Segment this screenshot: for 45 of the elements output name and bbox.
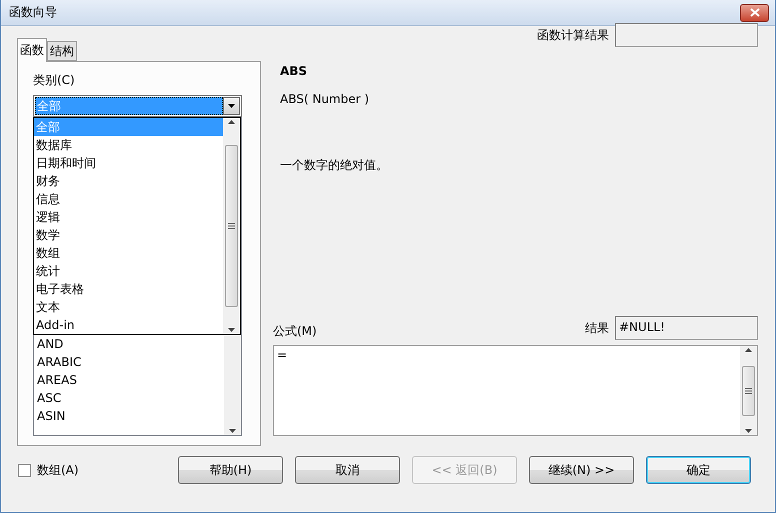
window-title: 函数向导 xyxy=(9,4,57,21)
scroll-up-arrow-icon[interactable] xyxy=(745,348,752,352)
scroll-down-arrow-icon[interactable] xyxy=(229,429,236,434)
function-item[interactable]: AND xyxy=(37,335,224,354)
result-field: #NULL! xyxy=(615,316,758,340)
scrollbar[interactable] xyxy=(223,118,240,334)
function-item[interactable]: ASC xyxy=(37,389,224,408)
tab[interactable]: 函数 xyxy=(17,38,47,62)
dropdown-option[interactable]: 统计 xyxy=(34,262,223,280)
result-label: 结果 xyxy=(585,320,609,336)
dropdown-option[interactable]: 逻辑 xyxy=(34,208,223,226)
function-description: 一个数字的绝对值。 xyxy=(280,157,389,174)
function-item[interactable]: ARABIC xyxy=(37,353,224,372)
dialog-button[interactable]: 取消 xyxy=(295,456,400,484)
array-checkbox[interactable] xyxy=(18,464,31,476)
scroll-grip-icon xyxy=(228,223,235,230)
close-button[interactable] xyxy=(740,4,769,22)
dialog-button[interactable]: 确定 xyxy=(646,456,751,484)
array-label: 数组(A) xyxy=(37,462,79,478)
dropdown-option[interactable]: 数据库 xyxy=(34,136,223,154)
dropdown-option[interactable]: 数学 xyxy=(34,226,223,244)
scroll-grip-icon xyxy=(745,388,752,394)
dropdown-option[interactable]: 财务 xyxy=(34,172,223,190)
formula-field[interactable]: = xyxy=(273,345,758,436)
function-item[interactable]: ASIN xyxy=(37,407,224,426)
dropdown-option[interactable]: 数组 xyxy=(34,244,223,262)
dropdown-option[interactable]: 信息 xyxy=(34,190,223,208)
function-result-label: 函数计算结果 xyxy=(537,26,609,44)
function-name: ABS xyxy=(280,64,308,78)
scroll-down-arrow-icon[interactable] xyxy=(745,429,752,433)
scroll-up-arrow-icon[interactable] xyxy=(228,120,235,124)
dropdown-option[interactable]: 文本 xyxy=(34,298,223,316)
tab[interactable]: 结构 xyxy=(47,41,77,62)
function-item[interactable]: AREAS xyxy=(37,371,224,390)
scrollbar[interactable] xyxy=(740,346,757,435)
dropdown-option[interactable]: 日期和时间 xyxy=(34,154,223,172)
formula-label: 公式(M) xyxy=(273,323,317,340)
scroll-down-arrow-icon[interactable] xyxy=(228,328,235,332)
dropdown-option[interactable]: Add-in xyxy=(34,316,223,334)
close-icon xyxy=(750,8,760,17)
category-label: 类别(C) xyxy=(33,72,76,90)
function-syntax: ABS( Number ) xyxy=(280,92,370,106)
dialog-button[interactable]: 帮助(H) xyxy=(178,456,283,484)
dialog-button[interactable]: 继续(N) >> xyxy=(529,456,634,484)
dropdown-option[interactable]: 电子表格 xyxy=(34,280,223,298)
